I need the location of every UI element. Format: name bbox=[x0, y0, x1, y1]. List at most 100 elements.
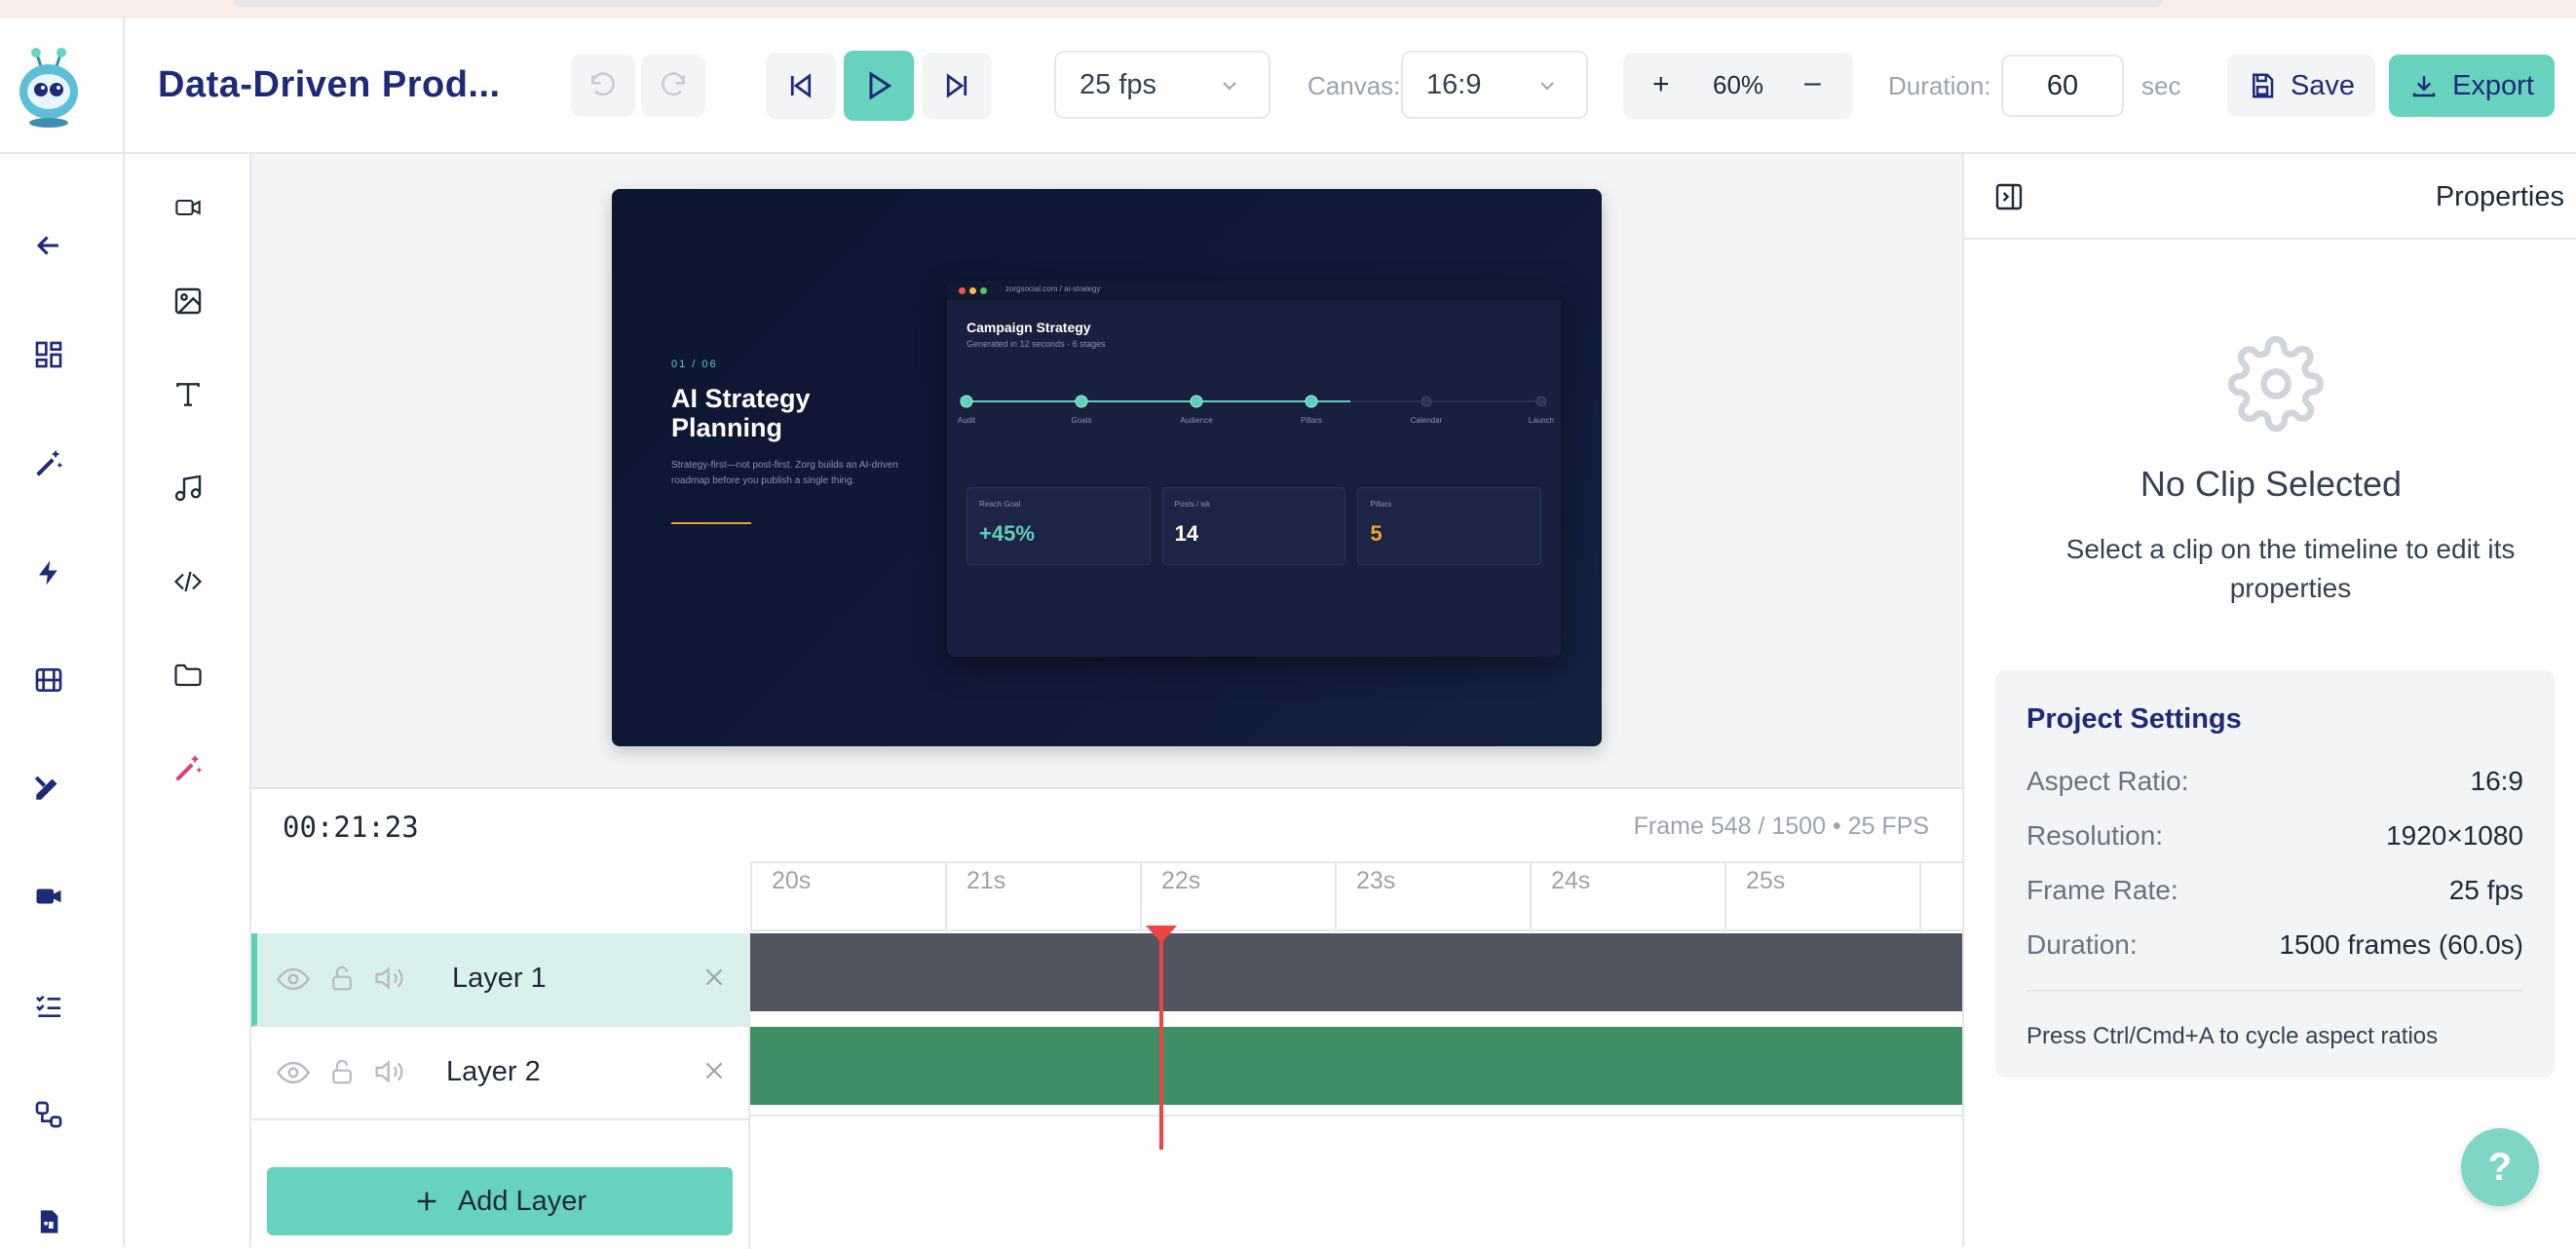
code-icon[interactable] bbox=[169, 562, 208, 601]
layer-row[interactable]: Layer 2 bbox=[251, 1027, 750, 1120]
metric-label: Posts / wk bbox=[1174, 500, 1211, 509]
chevron-down-icon bbox=[1540, 82, 1554, 91]
arrow-left-icon[interactable] bbox=[29, 226, 68, 265]
stage-node bbox=[1075, 395, 1088, 408]
volume-icon[interactable] bbox=[374, 1056, 405, 1087]
playhead[interactable] bbox=[1146, 926, 1177, 1150]
stage-label: Audience bbox=[1180, 416, 1213, 425]
skip-forward-button[interactable] bbox=[922, 53, 992, 119]
setting-row: Duration: 1500 frames (60.0s) bbox=[2027, 929, 2523, 961]
setting-value: 16:9 bbox=[2470, 766, 2524, 796]
play-button[interactable] bbox=[844, 51, 914, 121]
metrics-row: Reach Goal +45% Posts / wk 14 Pillars 5 bbox=[966, 487, 1542, 565]
app-logo[interactable] bbox=[14, 45, 84, 129]
zoom-out-button[interactable]: – bbox=[1804, 66, 1821, 99]
undo-button[interactable] bbox=[571, 55, 635, 117]
text-icon[interactable] bbox=[169, 375, 208, 414]
no-clip-title: No Clip Selected bbox=[2140, 464, 2403, 504]
slide-counter: 01 / 06 bbox=[671, 359, 718, 370]
layers-divider bbox=[748, 931, 750, 1249]
lock-icon[interactable] bbox=[327, 1056, 357, 1087]
setting-key: Aspect Ratio: bbox=[2027, 766, 2189, 796]
layer-1-track[interactable] bbox=[750, 933, 1962, 1011]
metric-label: Reach Goal bbox=[979, 500, 1021, 509]
setting-value: 1500 frames (60.0s) bbox=[2279, 929, 2523, 960]
metric-label: Pillars bbox=[1370, 500, 1392, 509]
close-icon[interactable] bbox=[701, 1058, 727, 1083]
image-icon[interactable] bbox=[169, 282, 208, 321]
collapse-panel-icon[interactable] bbox=[1993, 181, 2025, 212]
layer-row[interactable]: Layer 1 bbox=[251, 933, 750, 1027]
window-dot-green bbox=[980, 287, 987, 294]
add-layer-button[interactable]: Add Layer bbox=[267, 1167, 733, 1235]
layer-row[interactable]: Layer 3 bbox=[251, 1120, 750, 1150]
add-layer-label: Add Layer bbox=[457, 1185, 587, 1217]
save-label: Save bbox=[2290, 69, 2356, 101]
logo-cell bbox=[0, 18, 125, 154]
video-icon[interactable] bbox=[169, 188, 208, 227]
redo-button[interactable] bbox=[641, 55, 705, 117]
ruler-tick: 20s bbox=[750, 863, 811, 931]
layer-2-track[interactable] bbox=[750, 1027, 1962, 1105]
workflow-icon[interactable] bbox=[29, 1095, 68, 1134]
zoom-in-button[interactable]: + bbox=[1652, 68, 1670, 101]
video-preview[interactable]: 01 / 06 AI Strategy Planning Strategy-fi… bbox=[612, 189, 1602, 746]
duration-label: Duration: bbox=[1888, 71, 1991, 100]
chevron-down-icon bbox=[1223, 82, 1236, 91]
folder-icon[interactable] bbox=[169, 656, 208, 695]
stage-node bbox=[960, 395, 973, 408]
checklist-icon[interactable] bbox=[29, 986, 68, 1025]
fps-select[interactable]: 25 fps bbox=[1054, 51, 1270, 119]
setting-value: 1920×1080 bbox=[2386, 820, 2523, 851]
playhead-handle[interactable] bbox=[1146, 926, 1177, 943]
close-icon[interactable] bbox=[701, 965, 727, 990]
metric-card: Pillars 5 bbox=[1357, 487, 1542, 565]
help-button[interactable]: ? bbox=[2461, 1128, 2539, 1206]
lock-icon[interactable] bbox=[327, 963, 357, 994]
magic-wand-icon[interactable] bbox=[29, 444, 68, 483]
duration-input[interactable] bbox=[2001, 55, 2124, 117]
slide-heading-1: AI Strategy bbox=[671, 384, 811, 413]
zoom-control: + 60% – bbox=[1623, 53, 1853, 119]
export-button[interactable]: Export bbox=[2389, 55, 2555, 117]
visibility-icon[interactable] bbox=[277, 963, 310, 996]
stage-node bbox=[1421, 396, 1432, 407]
film-icon[interactable] bbox=[29, 661, 68, 700]
window-dot-yellow bbox=[969, 287, 976, 294]
ai-wand-icon[interactable] bbox=[169, 749, 208, 788]
save-button[interactable]: Save bbox=[2227, 55, 2375, 117]
time-ruler[interactable]: 20s 21s 22s 23s 24s 25s bbox=[750, 861, 1962, 931]
metric-value: 14 bbox=[1174, 521, 1199, 546]
tools-panel bbox=[125, 154, 251, 1247]
slide-heading-2: Planning bbox=[671, 413, 782, 442]
volume-icon[interactable] bbox=[374, 963, 405, 994]
browser-titlebar: zorgsocial.com / ai-strategy bbox=[947, 281, 1561, 300]
metric-card: Posts / wk 14 bbox=[1161, 487, 1346, 565]
metric-value: +45% bbox=[979, 521, 1035, 546]
document-icon[interactable] bbox=[29, 1202, 68, 1241]
canvas-select[interactable]: 16:9 bbox=[1401, 51, 1588, 119]
skip-back-button[interactable] bbox=[766, 53, 836, 119]
bolt-icon[interactable] bbox=[29, 553, 68, 592]
canvas-select-value: 16:9 bbox=[1426, 68, 1482, 100]
browser-top-strip bbox=[0, 0, 2576, 18]
layer-name[interactable]: Layer 1 bbox=[452, 963, 547, 995]
setting-row: Resolution: 1920×1080 bbox=[2027, 820, 2523, 852]
visibility-icon[interactable] bbox=[277, 1056, 310, 1089]
layer-name[interactable]: Layer 2 bbox=[446, 1056, 541, 1088]
card-subtitle: Generated in 12 seconds · 6 stages bbox=[966, 339, 1106, 349]
slide-underline bbox=[671, 522, 751, 524]
no-clip-subtitle: Select a clip on the timeline to edit it… bbox=[2065, 534, 2516, 603]
stage-label: Pillars bbox=[1301, 416, 1322, 425]
ruler-tick-end bbox=[1919, 863, 1941, 931]
project-title[interactable]: Data-Driven Prod... bbox=[158, 64, 501, 106]
ruler-tick: 23s bbox=[1335, 863, 1395, 931]
video-camera-icon[interactable] bbox=[29, 877, 68, 916]
canvas-label: Canvas: bbox=[1307, 71, 1401, 100]
properties-panel: Properties No Clip Selected Select a cli… bbox=[1962, 154, 2576, 1247]
frame-info: Frame 548 / 1500 • 25 FPS bbox=[1633, 813, 1929, 840]
dashboard-icon[interactable] bbox=[29, 335, 68, 374]
design-pencil-icon[interactable] bbox=[29, 768, 68, 807]
stage-label: Audit bbox=[958, 416, 976, 425]
music-icon[interactable] bbox=[169, 469, 208, 508]
